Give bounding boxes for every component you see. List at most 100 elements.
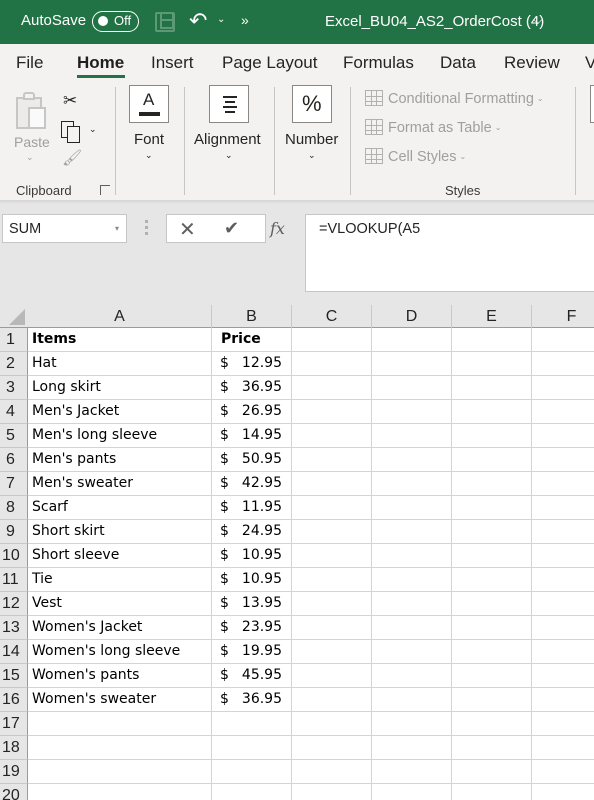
empty-cell[interactable]: [372, 496, 452, 520]
price-cell[interactable]: $11.95: [212, 496, 292, 520]
number-label[interactable]: Number: [285, 131, 338, 148]
price-cell[interactable]: $12.95: [212, 352, 292, 376]
price-cell[interactable]: $26.95: [212, 400, 292, 424]
row-header[interactable]: 4: [0, 400, 28, 424]
empty-cell[interactable]: [452, 568, 532, 592]
empty-cell[interactable]: [372, 760, 452, 784]
row-header[interactable]: 17: [0, 712, 28, 736]
empty-cell[interactable]: [532, 472, 594, 496]
empty-cell[interactable]: [452, 544, 532, 568]
empty-cell[interactable]: [372, 472, 452, 496]
document-title[interactable]: Excel_BU04_AS2_OrderCost (4): [325, 13, 544, 30]
cancel-icon[interactable]: ✕: [179, 217, 196, 242]
empty-cell[interactable]: [532, 664, 594, 688]
empty-cell[interactable]: [452, 424, 532, 448]
empty-cell[interactable]: [292, 592, 372, 616]
empty-cell[interactable]: [372, 712, 452, 736]
empty-cell[interactable]: [372, 544, 452, 568]
empty-cell[interactable]: [372, 448, 452, 472]
empty-cell[interactable]: [452, 400, 532, 424]
row-header[interactable]: 11: [0, 568, 28, 592]
alignment-chevron-icon[interactable]: ⌄: [225, 150, 233, 161]
empty-cell[interactable]: [532, 688, 594, 712]
row-header[interactable]: 12: [0, 592, 28, 616]
empty-cell[interactable]: [452, 496, 532, 520]
price-cell[interactable]: [212, 760, 292, 784]
item-cell[interactable]: Women's long sleeve: [28, 640, 212, 664]
item-cell[interactable]: Short skirt: [28, 520, 212, 544]
empty-cell[interactable]: [292, 568, 372, 592]
item-cell[interactable]: Short sleeve: [28, 544, 212, 568]
empty-cell[interactable]: [532, 568, 594, 592]
empty-cell[interactable]: [292, 544, 372, 568]
empty-cell[interactable]: [292, 424, 372, 448]
price-cell[interactable]: [212, 712, 292, 736]
empty-cell[interactable]: [372, 640, 452, 664]
empty-cell[interactable]: [372, 616, 452, 640]
empty-cell[interactable]: [292, 400, 372, 424]
empty-cell[interactable]: [292, 328, 372, 352]
price-cell[interactable]: $42.95: [212, 472, 292, 496]
empty-cell[interactable]: [532, 328, 594, 352]
item-cell[interactable]: Long skirt: [28, 376, 212, 400]
header-cell-items[interactable]: Items: [28, 328, 212, 352]
empty-cell[interactable]: [532, 712, 594, 736]
price-cell[interactable]: $10.95: [212, 568, 292, 592]
row-header[interactable]: 13: [0, 616, 28, 640]
price-cell[interactable]: $23.95: [212, 616, 292, 640]
empty-cell[interactable]: [292, 496, 372, 520]
font-button[interactable]: A: [129, 85, 169, 123]
select-all-button[interactable]: [0, 305, 28, 328]
save-icon[interactable]: [155, 12, 175, 32]
item-cell[interactable]: Tie: [28, 568, 212, 592]
column-header-e[interactable]: E: [452, 305, 532, 328]
price-cell[interactable]: $36.95: [212, 376, 292, 400]
clipboard-launcher-icon[interactable]: [100, 185, 110, 195]
empty-cell[interactable]: [452, 760, 532, 784]
undo-icon[interactable]: ↶: [189, 8, 207, 34]
item-cell[interactable]: Vest: [28, 592, 212, 616]
empty-cell[interactable]: [532, 352, 594, 376]
price-cell[interactable]: $10.95: [212, 544, 292, 568]
empty-cell[interactable]: [452, 352, 532, 376]
empty-cell[interactable]: [372, 424, 452, 448]
row-header[interactable]: 16: [0, 688, 28, 712]
empty-cell[interactable]: [532, 496, 594, 520]
empty-cell[interactable]: [292, 352, 372, 376]
row-header[interactable]: 9: [0, 520, 28, 544]
formula-bar-grip[interactable]: [145, 220, 148, 236]
price-cell[interactable]: $19.95: [212, 640, 292, 664]
empty-cell[interactable]: [372, 592, 452, 616]
row-header[interactable]: 19: [0, 760, 28, 784]
empty-cell[interactable]: [532, 736, 594, 760]
item-cell[interactable]: Hat: [28, 352, 212, 376]
tab-home[interactable]: Home: [77, 53, 124, 73]
empty-cell[interactable]: [292, 376, 372, 400]
empty-cell[interactable]: [372, 688, 452, 712]
item-cell[interactable]: [28, 760, 212, 784]
empty-cell[interactable]: [532, 784, 594, 800]
price-cell[interactable]: [212, 736, 292, 760]
empty-cell[interactable]: [452, 520, 532, 544]
empty-cell[interactable]: [532, 520, 594, 544]
empty-cell[interactable]: [372, 736, 452, 760]
font-label[interactable]: Font: [134, 131, 164, 148]
number-button[interactable]: %: [292, 85, 332, 123]
empty-cell[interactable]: [292, 640, 372, 664]
empty-cell[interactable]: [372, 352, 452, 376]
item-cell[interactable]: [28, 784, 212, 800]
name-box[interactable]: SUM ▾: [2, 214, 127, 243]
empty-cell[interactable]: [452, 592, 532, 616]
tab-insert[interactable]: Insert: [151, 53, 194, 73]
empty-cell[interactable]: [292, 448, 372, 472]
empty-cell[interactable]: [452, 640, 532, 664]
tab-file[interactable]: File: [16, 53, 43, 73]
font-chevron-icon[interactable]: ⌄: [145, 150, 153, 161]
empty-cell[interactable]: [372, 568, 452, 592]
name-box-dropdown-icon[interactable]: ▾: [115, 224, 119, 233]
cells-button-partial[interactable]: [590, 85, 594, 123]
empty-cell[interactable]: [292, 760, 372, 784]
item-cell[interactable]: Men's pants: [28, 448, 212, 472]
empty-cell[interactable]: [532, 424, 594, 448]
row-header[interactable]: 18: [0, 736, 28, 760]
